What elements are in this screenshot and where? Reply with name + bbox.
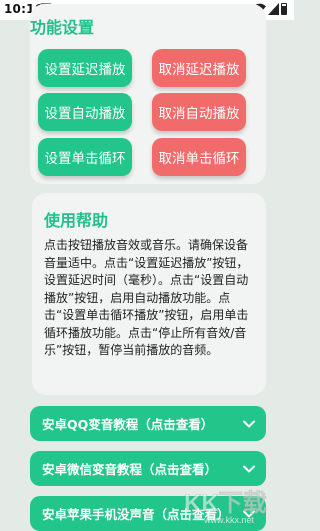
chevron-down-icon: [243, 420, 255, 427]
help-text: 点击按钮播放音效或音乐。请确保设备音量适中。点击“设置延迟播放”按钮，设置延迟时…: [44, 238, 249, 357]
battery-icon: [281, 3, 287, 15]
help-title: 使用帮助: [44, 211, 109, 230]
settings-title: 功能设置: [30, 18, 95, 37]
tutorial-label: 安卓微信变音教程（点击查看）: [42, 462, 218, 477]
set-auto-play-button[interactable]: 设置自动播放: [38, 93, 132, 131]
settings-card: 功能设置 设置延迟播放 取消延迟播放 设置自动播放 取消自动播放 设置单击循环 …: [30, 4, 266, 184]
watermark-text: KK下载: [184, 490, 267, 517]
cancel-auto-play-button[interactable]: 取消自动播放: [152, 93, 246, 131]
kk-download-watermark-logo: KK下载 www.kkx.net: [184, 490, 267, 525]
tutorial-wechat-voice-change[interactable]: 安卓微信变音教程（点击查看）: [30, 451, 266, 486]
tutorial-qq-voice-change[interactable]: 安卓QQ变音教程（点击查看）: [30, 406, 266, 441]
signal-icon: [268, 3, 279, 15]
set-delay-play-button[interactable]: 设置延迟播放: [38, 49, 132, 87]
cancel-delay-play-button[interactable]: 取消延迟播放: [152, 49, 246, 87]
help-card: 使用帮助 点击按钮播放音效或音乐。请确保设备音量适中。点击“设置延迟播放”按钮，…: [32, 193, 266, 395]
tutorial-label: 安卓QQ变音教程（点击查看）: [42, 417, 214, 432]
chevron-down-icon: [243, 465, 255, 472]
set-click-loop-button[interactable]: 设置单击循环: [38, 138, 132, 176]
cancel-click-loop-button[interactable]: 取消单击循环: [152, 138, 246, 176]
watermark-url: www.kkx.net: [203, 515, 255, 525]
